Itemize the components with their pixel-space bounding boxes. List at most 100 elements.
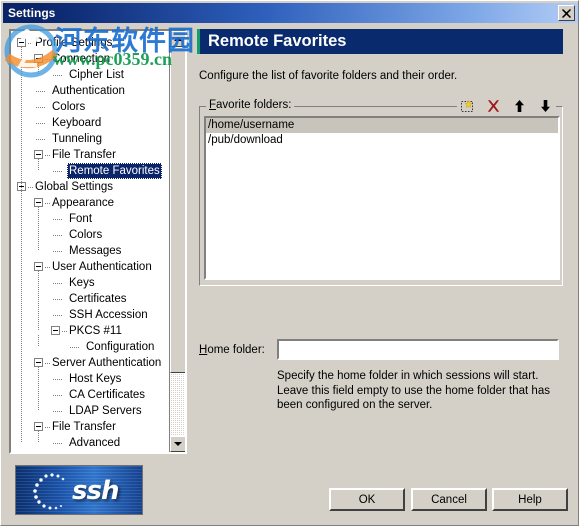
tree-item-label: Tunneling (52, 133, 103, 145)
legend-rest-text: avorite folders: (216, 99, 292, 111)
tree-item-label: Certificates (69, 293, 127, 305)
help-button[interactable]: Help (492, 488, 568, 511)
tree-item-appearance[interactable]: Appearance (11, 195, 169, 211)
tree-item-configuration[interactable]: Configuration (11, 339, 169, 355)
close-icon[interactable] (558, 5, 575, 21)
tree-expander-icon[interactable] (34, 150, 43, 159)
tree-item-label: Profile Settings (35, 37, 113, 49)
tree-item-colors[interactable]: Colors (11, 227, 169, 243)
scroll-up-arrow-icon[interactable] (170, 31, 185, 47)
tree-item-label: Advanced (69, 437, 121, 449)
ok-button[interactable]: OK (329, 488, 405, 511)
tree-item-ca-certificates[interactable]: CA Certificates (11, 387, 169, 403)
home-folder-label: Home folder: (199, 344, 265, 356)
delete-icon[interactable] (485, 98, 502, 115)
tree-expander-icon[interactable] (34, 54, 43, 63)
delete-x-glyph (487, 99, 500, 112)
tree-expander-icon[interactable] (34, 422, 43, 431)
tree-guide-line (38, 159, 39, 171)
tree-item-cipher-list[interactable]: Cipher List (11, 67, 169, 83)
tree-guide-line (21, 47, 22, 443)
new-favorite-icon[interactable] (459, 98, 476, 115)
scroll-down-arrow-icon[interactable] (170, 436, 185, 452)
home-folder-hint: Specify the home folder in which session… (277, 370, 550, 411)
tree-item-tunneling[interactable]: Tunneling (11, 131, 169, 147)
tree-expander-icon[interactable] (34, 198, 43, 207)
ssh-logo: ssh (15, 465, 143, 515)
tree-expander-icon[interactable] (34, 262, 43, 271)
tree-item-label: Appearance (52, 197, 115, 209)
tree-item-label: Messages (69, 245, 122, 257)
tree-connector (53, 235, 63, 236)
tree-connector (70, 347, 80, 348)
tree-guide-line (38, 335, 39, 347)
tree-expander-icon[interactable] (51, 326, 60, 335)
tree-guide-line (38, 207, 39, 251)
tree-item-label: Configuration (86, 341, 155, 353)
tree-connector (53, 219, 63, 220)
tree-item-file-transfer[interactable]: File Transfer (11, 147, 169, 163)
tree-item-ldap-servers[interactable]: LDAP Servers (11, 403, 169, 419)
tree-connector (53, 411, 63, 412)
home-folder-input[interactable] (277, 339, 559, 360)
ssh-dot-circle-icon (33, 473, 65, 510)
settings-dialog: Settings Profile Settings Connection Ciphe… (0, 0, 579, 526)
new-favorite-glyph (461, 99, 473, 112)
tree-item-host-keys[interactable]: Host Keys (11, 371, 169, 387)
tree-connector (53, 395, 63, 396)
move-down-icon[interactable] (537, 98, 554, 115)
tree-expander-icon[interactable] (17, 38, 26, 47)
cancel-button[interactable]: Cancel (411, 488, 487, 511)
tree-item-profile-settings[interactable]: Profile Settings (11, 35, 169, 51)
tree-item-colors[interactable]: Colors (11, 99, 169, 115)
tree-item-pkcs-11[interactable]: PKCS #11 (11, 323, 169, 339)
tree-scrollbar[interactable] (169, 31, 185, 452)
tree-item-keyboard[interactable]: Keyboard (11, 115, 169, 131)
tree-item-server-authentication[interactable]: Server Authentication (11, 355, 169, 371)
page-description: Configure the list of favorite folders a… (199, 70, 458, 82)
tree-item-label: Remote Favorites (67, 163, 162, 179)
tree-item-messages[interactable]: Messages (11, 243, 169, 259)
favorite-folders-group: Favorite folders: /home/username /pub/do… (199, 97, 563, 286)
tree-connector (36, 139, 46, 140)
list-item[interactable]: /pub/download (206, 133, 558, 148)
move-up-icon[interactable] (511, 98, 528, 115)
ssh-logo-text: ssh (72, 476, 119, 506)
page-title: Remote Favorites (208, 32, 347, 50)
tree-connector (53, 75, 63, 76)
tree-item-label: Connection (52, 53, 111, 65)
tree-item-file-transfer[interactable]: File Transfer (11, 419, 169, 435)
tree-connector (36, 123, 46, 124)
tree-item-authentication[interactable]: Authentication (11, 83, 169, 99)
tree-connector (36, 91, 46, 92)
list-item[interactable]: /home/username (206, 118, 558, 133)
tree-connector (53, 379, 63, 380)
settings-tree[interactable]: Profile Settings Connection Cipher List Aut… (9, 29, 187, 454)
tree-item-font[interactable]: Font (11, 211, 169, 227)
title-bar[interactable]: Settings (3, 3, 578, 23)
tree-item-label: File Transfer (52, 421, 116, 433)
tree-item-global-settings[interactable]: Global Settings (11, 179, 169, 195)
tree-item-keys[interactable]: Keys (11, 275, 169, 291)
tree-item-connection[interactable]: Connection (11, 51, 169, 67)
tree-connector (53, 299, 63, 300)
tree-item-ssh-accession[interactable]: SSH Accession (11, 307, 169, 323)
tree-item-label: Global Settings (35, 181, 113, 193)
tree-item-user-authentication[interactable]: User Authentication (11, 259, 169, 275)
tree-connector (53, 443, 63, 444)
scrollbar-thumb[interactable] (170, 47, 185, 373)
settings-page: Remote Favorites Configure the list of f… (197, 29, 569, 454)
tree-item-certificates[interactable]: Certificates (11, 291, 169, 307)
tree-expander-icon[interactable] (34, 358, 43, 367)
arrow-down-glyph (541, 99, 550, 112)
arrow-up-glyph (515, 99, 524, 112)
tree-item-advanced[interactable]: Advanced (11, 435, 169, 451)
favorites-toolbar (457, 97, 556, 115)
legend-accel-char: F (209, 99, 217, 111)
tree-connector (53, 315, 63, 316)
page-header: Remote Favorites (197, 29, 563, 54)
tree-item-remote-favorites[interactable]: Remote Favorites (11, 163, 169, 179)
tree-guide-line (38, 271, 39, 331)
favorite-folders-list[interactable]: /home/username/pub/download (204, 116, 560, 280)
window-title: Settings (8, 6, 56, 20)
